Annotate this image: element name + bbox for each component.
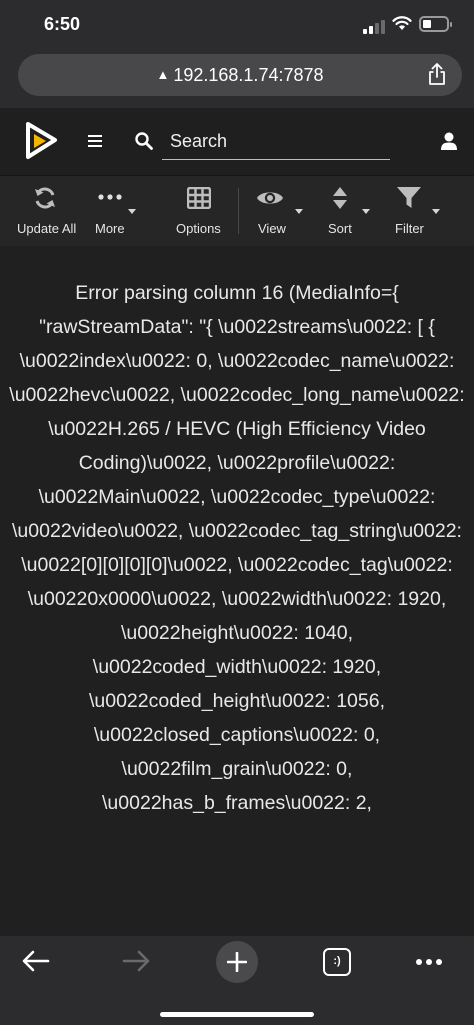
share-icon[interactable]: [428, 63, 446, 85]
more-button[interactable]: More: [94, 176, 142, 246]
chevron-down-icon: [432, 209, 440, 214]
filter-label: Filter: [395, 221, 424, 236]
toolbar-divider: [238, 188, 239, 234]
grid-table-icon: [187, 187, 211, 209]
home-indicator: [160, 1012, 314, 1017]
chevron-down-icon: [295, 209, 303, 214]
chevron-down-icon: [128, 209, 136, 214]
browser-chrome-top: 6:50 ▲ 192.168.1.74:7878: [0, 0, 474, 108]
more-label: More: [95, 221, 125, 236]
filter-funnel-icon: [397, 187, 421, 208]
url-text: 192.168.1.74:7878: [173, 65, 324, 85]
app-header: [0, 108, 474, 176]
warning-triangle-icon: ▲: [156, 67, 170, 82]
content-area: Error parsing column 16 (MediaInfo={ "ra…: [0, 246, 474, 936]
sort-icon: [333, 187, 347, 209]
plus-icon: [227, 952, 247, 972]
forward-arrow-icon[interactable]: [122, 950, 150, 972]
battery-icon: [419, 16, 452, 32]
chevron-down-icon: [362, 209, 370, 214]
radarr-play-logo[interactable]: [24, 121, 58, 161]
user-icon[interactable]: [441, 132, 457, 150]
view-label: View: [258, 221, 286, 236]
cellular-signal-icon: [363, 20, 385, 34]
back-arrow-icon[interactable]: [22, 950, 50, 972]
update-all-label: Update All: [17, 221, 77, 236]
options-button[interactable]: Options: [174, 176, 224, 246]
view-button[interactable]: View: [256, 176, 306, 246]
toolbar: Update All More Options View Sort Filter: [0, 176, 474, 246]
update-all-button[interactable]: Update All: [14, 176, 78, 246]
tabs-label: :): [333, 955, 341, 967]
error-message: Error parsing column 16 (MediaInfo={ "ra…: [9, 282, 465, 814]
refresh-icon: [35, 187, 55, 209]
more-dots-icon[interactable]: [415, 958, 443, 966]
tabs-icon[interactable]: :): [323, 948, 351, 976]
search-input[interactable]: [162, 124, 390, 160]
eye-icon: [257, 192, 283, 204]
wifi-icon: [392, 16, 412, 30]
new-tab-button[interactable]: [216, 941, 258, 983]
filter-button[interactable]: Filter: [394, 176, 444, 246]
more-dots-icon: [98, 194, 122, 200]
sort-button[interactable]: Sort: [326, 176, 374, 246]
url-bar[interactable]: ▲ 192.168.1.74:7878: [18, 54, 462, 96]
search-icon[interactable]: [135, 132, 153, 150]
status-time: 6:50: [44, 14, 81, 34]
hamburger-icon[interactable]: [88, 135, 102, 147]
options-label: Options: [176, 221, 221, 236]
sort-label: Sort: [328, 221, 352, 236]
